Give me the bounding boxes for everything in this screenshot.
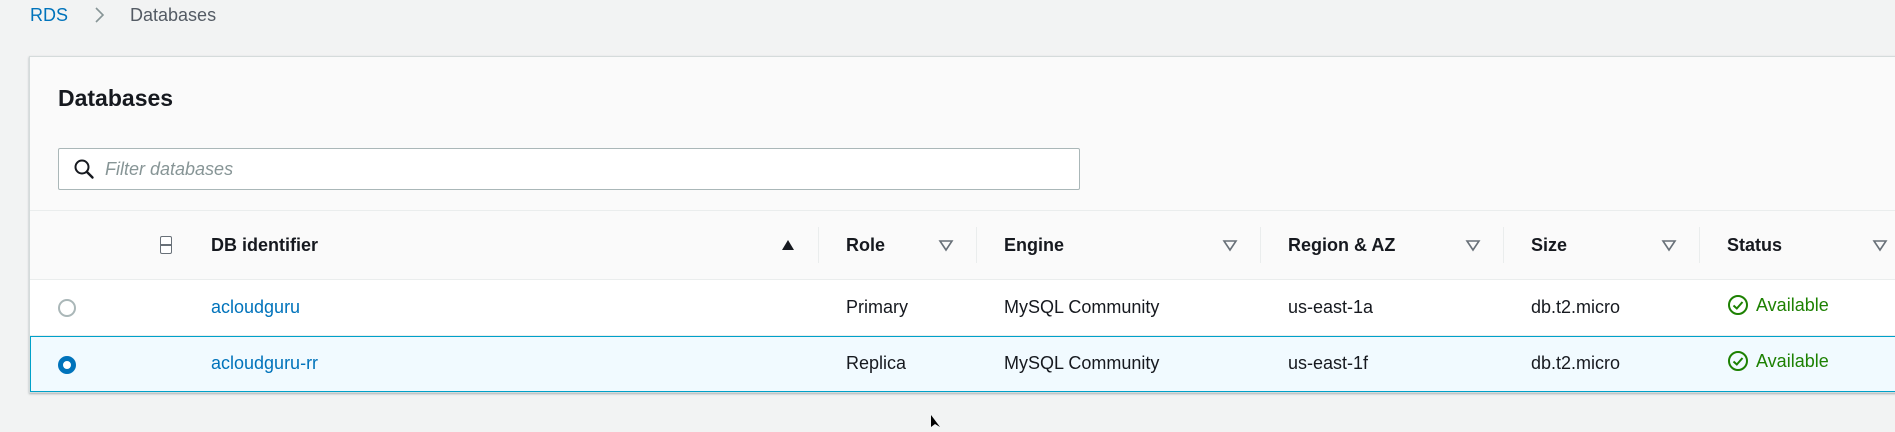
breadcrumb: RDS Databases <box>30 4 216 26</box>
region-cell: us-east-1f <box>1288 353 1369 374</box>
table-header-row: DB identifier Role Engine Region & AZ Si… <box>30 211 1895 280</box>
column-label: Size <box>1531 234 1568 255</box>
databases-panel: Databases Filter databases DB identifier… <box>29 56 1895 393</box>
caret-up-filled-icon[interactable] <box>780 238 796 252</box>
table-row[interactable]: acloudguru Primary MySQL Community us-ea… <box>30 279 1895 336</box>
column-header-role[interactable]: Role <box>818 211 976 280</box>
column-header-db-identifier[interactable]: DB identifier <box>178 211 818 280</box>
caret-down-outline-icon[interactable] <box>1222 238 1238 252</box>
column-label: Role <box>846 234 886 255</box>
radio-column-header <box>30 211 108 280</box>
role-cell: Replica <box>846 353 907 374</box>
filter-databases-search[interactable] <box>58 148 1080 190</box>
caret-down-outline-icon[interactable] <box>1872 238 1888 252</box>
db-identifier-cell: acloudguru-rr <box>178 336 818 392</box>
engine-cell: MySQL Community <box>1004 297 1160 317</box>
search-icon <box>73 158 95 180</box>
check-circle-icon <box>1727 350 1749 372</box>
status-badge: Available <box>1727 350 1829 372</box>
row-select-cell[interactable] <box>30 280 108 336</box>
mouse-cursor-icon <box>930 414 946 427</box>
breadcrumb-current: Databases <box>130 4 217 25</box>
role-cell: Primary <box>846 297 908 317</box>
column-label: Engine <box>1004 234 1065 255</box>
panel-title: Databases <box>58 85 174 111</box>
row-expand-cell <box>108 280 178 336</box>
collapse-all-checkbox[interactable] <box>160 236 172 254</box>
status-text: Available <box>1756 294 1829 315</box>
region-cell: us-east-1a <box>1288 297 1374 317</box>
row-radio[interactable] <box>58 355 76 374</box>
column-header-size[interactable]: Size <box>1503 211 1699 280</box>
column-label: DB identifier <box>211 234 319 255</box>
chevron-right-icon <box>88 4 110 26</box>
caret-down-outline-icon[interactable] <box>1465 238 1481 252</box>
engine-cell: MySQL Community <box>1004 353 1160 374</box>
column-label: Region & AZ <box>1288 234 1396 255</box>
status-cell: Available <box>1699 336 1895 392</box>
size-cell: db.t2.micro <box>1531 297 1621 317</box>
db-identifier-cell: acloudguru <box>178 280 818 336</box>
row-select-cell[interactable] <box>30 336 108 392</box>
status-cell: Available <box>1699 280 1895 336</box>
column-label: Status <box>1727 234 1783 255</box>
column-header-status[interactable]: Status <box>1699 211 1895 280</box>
check-circle-icon <box>1727 294 1749 316</box>
size-cell: db.t2.micro <box>1531 353 1621 374</box>
caret-down-outline-icon[interactable] <box>938 238 954 252</box>
search-input[interactable] <box>105 158 1065 180</box>
panel-header: Databases <box>30 57 1895 211</box>
db-identifier-link[interactable]: acloudguru-rr <box>211 353 318 373</box>
status-text: Available <box>1756 350 1829 371</box>
row-expand-cell <box>108 336 178 392</box>
column-header-engine[interactable]: Engine <box>976 211 1260 280</box>
select-all-header <box>108 211 178 280</box>
column-header-region-az[interactable]: Region & AZ <box>1260 211 1503 280</box>
row-radio[interactable] <box>58 299 76 318</box>
caret-down-outline-icon[interactable] <box>1661 238 1677 252</box>
table-row[interactable]: acloudguru-rr Replica MySQL Community us… <box>30 335 1895 392</box>
db-identifier-link[interactable]: acloudguru <box>211 297 300 317</box>
status-badge: Available <box>1727 294 1829 316</box>
breadcrumb-rds-link[interactable]: RDS <box>30 5 68 26</box>
databases-table: DB identifier Role Engine Region & AZ Si… <box>30 211 1895 392</box>
